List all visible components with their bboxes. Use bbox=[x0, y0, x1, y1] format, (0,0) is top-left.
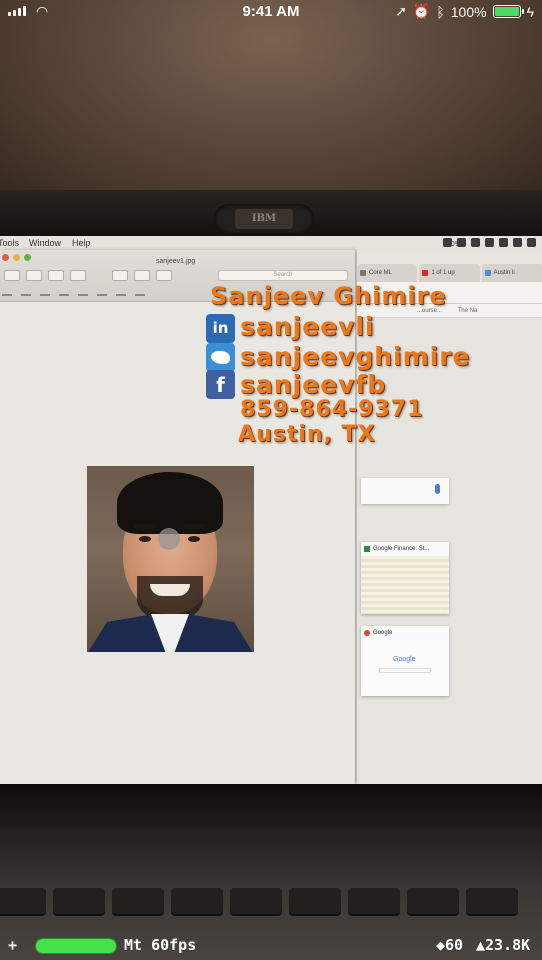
annotate-button[interactable] bbox=[156, 270, 172, 281]
most-visited-tile[interactable]: Google Finance: St... bbox=[361, 542, 449, 614]
smile bbox=[150, 584, 190, 596]
markup-tool[interactable] bbox=[59, 288, 69, 296]
charging-icon: ϟ bbox=[526, 3, 534, 20]
eye bbox=[139, 536, 151, 542]
rotate-button[interactable] bbox=[134, 270, 150, 281]
preview-tool-buttons bbox=[4, 270, 172, 281]
eyebrow bbox=[183, 524, 205, 529]
chrome-tab-strip: Core ML 1 of 1 up Austin li bbox=[357, 264, 542, 282]
markup-button[interactable] bbox=[112, 270, 128, 281]
laptop-screen: Tools Window Help 100% sanjeev1.jpg Sear… bbox=[0, 236, 542, 784]
tile-preview: Google bbox=[361, 640, 449, 696]
sidebar-button[interactable] bbox=[4, 270, 20, 281]
preview-toolbar: sanjeev1.jpg Search bbox=[0, 250, 355, 302]
stats-expand-button[interactable]: + bbox=[8, 936, 17, 954]
hair bbox=[117, 472, 223, 534]
close-button[interactable] bbox=[2, 254, 9, 261]
key bbox=[112, 888, 164, 914]
chrome-tab[interactable]: 1 of 1 up bbox=[419, 264, 480, 282]
youtube-icon bbox=[422, 270, 429, 276]
key bbox=[466, 888, 518, 914]
window-controls bbox=[2, 254, 31, 261]
ios-status-bar: ◠ 9:41 AM ➚ ⏰ ᛒ 100% ϟ bbox=[0, 0, 542, 24]
menubar-icon[interactable] bbox=[485, 238, 494, 247]
microphone-icon[interactable] bbox=[435, 484, 440, 494]
fps-readout: Mt 60fps bbox=[124, 936, 197, 954]
markup-tool[interactable] bbox=[135, 288, 145, 296]
key bbox=[348, 888, 400, 914]
menubar-icon[interactable] bbox=[471, 238, 480, 247]
zoom-out-button[interactable] bbox=[26, 270, 42, 281]
chrome-address-bar[interactable] bbox=[357, 282, 542, 304]
key bbox=[171, 888, 223, 914]
chrome-window: Core ML 1 of 1 up Austin li ...ourse... … bbox=[357, 250, 542, 784]
preview-filename: sanjeev1.jpg bbox=[156, 258, 196, 265]
markup-tool[interactable] bbox=[2, 288, 12, 296]
markup-tool[interactable] bbox=[78, 288, 88, 296]
chrome-tab[interactable]: Austin li bbox=[481, 264, 542, 282]
battery-percent: 100% bbox=[450, 3, 487, 20]
share-button[interactable] bbox=[70, 270, 86, 281]
eyebrow bbox=[134, 524, 156, 529]
markup-tool[interactable] bbox=[40, 288, 50, 296]
location-arrow-icon: ➚ bbox=[395, 3, 407, 19]
bluetooth-icon: ᛒ bbox=[436, 3, 445, 20]
key bbox=[53, 888, 105, 914]
markup-tool[interactable] bbox=[97, 288, 107, 296]
google-search-preview bbox=[379, 668, 431, 673]
markup-toolbar bbox=[2, 288, 145, 296]
preview-search-field[interactable]: Search bbox=[218, 270, 348, 281]
most-visited-tile[interactable]: Google Google bbox=[361, 626, 449, 696]
key bbox=[407, 888, 459, 914]
key bbox=[0, 888, 46, 914]
tile-caption: Google Finance: St... bbox=[373, 546, 430, 552]
alarm-icon: ⏰ bbox=[412, 3, 431, 19]
ar-focus-indicator bbox=[158, 528, 180, 550]
ibm-logo: IBM bbox=[235, 209, 293, 229]
profile-photo bbox=[87, 466, 254, 652]
menu-window[interactable]: Window bbox=[29, 236, 61, 250]
tab-favicon-icon bbox=[484, 270, 491, 276]
bookmarks-bar: ...ourse... The Na bbox=[357, 304, 542, 318]
camera-feed: IBM Tools Window Help 100% sanjeev1.jpg … bbox=[0, 0, 542, 960]
tile-preview bbox=[361, 556, 449, 614]
google-logo: Google bbox=[393, 656, 416, 663]
background-wall bbox=[0, 0, 542, 200]
preview-window: sanjeev1.jpg Search bbox=[0, 250, 355, 784]
triangle-count: ▲23.8K bbox=[476, 936, 531, 954]
function-key-row bbox=[0, 888, 518, 914]
tab-favicon-icon bbox=[360, 270, 366, 276]
eye bbox=[188, 536, 200, 542]
tile-caption: Google bbox=[373, 630, 393, 636]
menubar-icon[interactable] bbox=[499, 238, 508, 247]
markup-tool[interactable] bbox=[21, 288, 31, 296]
google-finance-icon bbox=[364, 546, 370, 552]
mac-menubar: Tools Window Help 100% bbox=[0, 236, 542, 250]
wifi-icon[interactable] bbox=[513, 238, 522, 247]
menu-help[interactable]: Help bbox=[72, 236, 91, 250]
battery-icon bbox=[492, 5, 524, 18]
scenekit-stats-bar: + Mt 60fps ◆60 ▲23.8K bbox=[0, 932, 542, 960]
chrome-tab[interactable]: Core ML bbox=[357, 264, 418, 282]
frame-time-bar bbox=[36, 939, 116, 953]
node-count: ◆60 bbox=[436, 936, 464, 954]
menu-tools[interactable]: Tools bbox=[0, 236, 19, 250]
menubar-status-icons: 100% bbox=[443, 238, 536, 248]
laptop-hinge bbox=[0, 784, 542, 828]
minimize-button[interactable] bbox=[13, 254, 20, 261]
zoom-in-button[interactable] bbox=[48, 270, 64, 281]
google-icon bbox=[364, 630, 370, 636]
status-right-icons: ➚ ⏰ ᛒ 100% ϟ bbox=[395, 3, 534, 20]
markup-tool[interactable] bbox=[116, 288, 126, 296]
zoom-button[interactable] bbox=[24, 254, 31, 261]
key bbox=[289, 888, 341, 914]
bookmark-item[interactable]: ...ourse... bbox=[417, 308, 442, 314]
key bbox=[230, 888, 282, 914]
bookmark-item[interactable]: The Na bbox=[458, 308, 478, 314]
volume-icon[interactable] bbox=[527, 238, 536, 247]
